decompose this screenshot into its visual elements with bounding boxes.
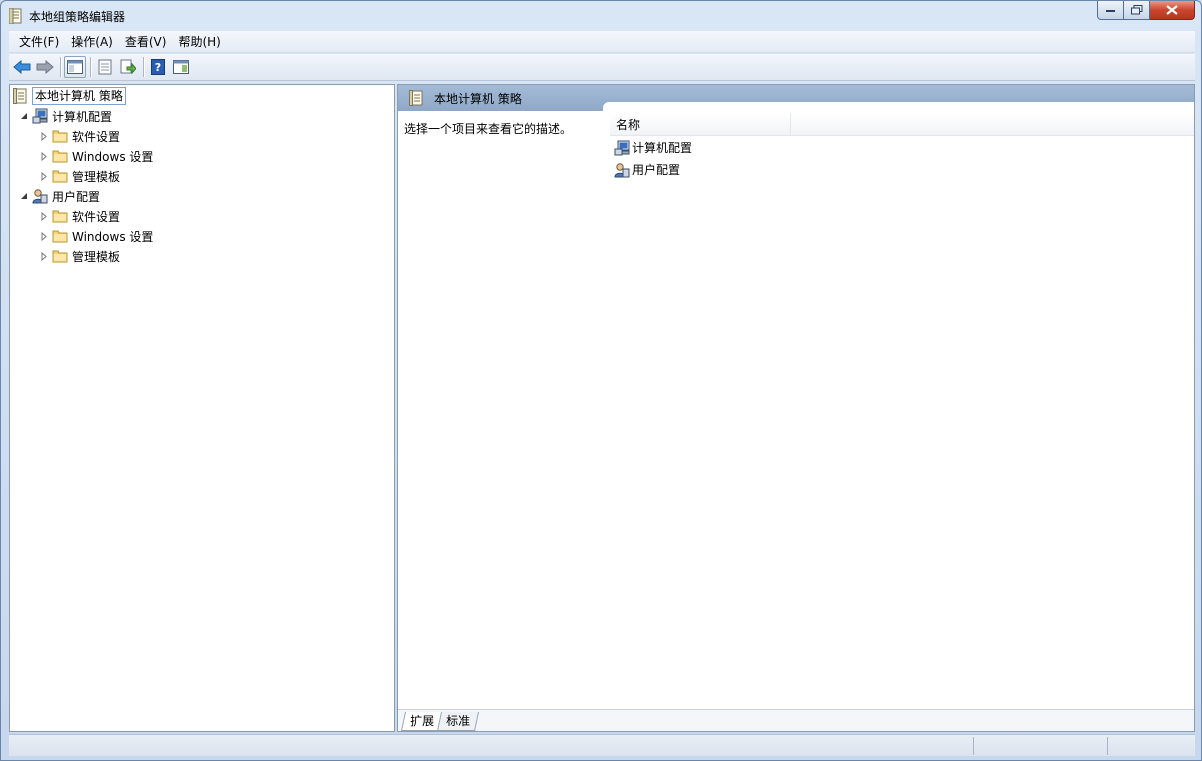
tree-item-user-admin-templates[interactable]: 管理模板 (38, 246, 120, 266)
policy-document-icon (8, 7, 23, 25)
tree-item-label: 软件设置 (72, 129, 121, 144)
tree-item-computer-windows-settings[interactable]: Windows 设置 (38, 146, 153, 166)
close-icon (1166, 5, 1178, 15)
menu-view[interactable]: 查看(V) (119, 32, 173, 52)
folder-icon (52, 128, 68, 144)
toolbar-separator (143, 57, 144, 77)
forward-button[interactable] (34, 56, 56, 78)
folder-icon (52, 148, 68, 164)
expanded-arrow-icon[interactable] (18, 110, 30, 122)
tree-item-label: 管理模板 (72, 169, 121, 184)
menu-help[interactable]: 帮助(H) (172, 32, 226, 52)
folder-icon (52, 168, 68, 184)
detail-pane: 本地计算机 策略 选择一个项目来查看它的描述。 名称 计算机配置 用户配置 扩展… (397, 84, 1195, 732)
back-icon (13, 60, 31, 74)
tree-item-user-windows-settings[interactable]: Windows 设置 (38, 226, 153, 246)
tab-standard[interactable]: 标准 (436, 712, 480, 731)
collapsed-arrow-icon[interactable] (38, 170, 50, 182)
user-icon (614, 162, 630, 178)
list-item-label: 用户配置 (632, 163, 681, 177)
show-hide-tree-button[interactable] (64, 56, 86, 78)
tree-item-label: 管理模板 (72, 249, 121, 264)
help-icon: ? (151, 59, 165, 75)
tree-item-user-config[interactable]: 用户配置 (18, 186, 100, 206)
help-button[interactable]: ? (147, 56, 169, 78)
tree-item-computer-admin-templates[interactable]: 管理模板 (38, 166, 120, 186)
collapsed-arrow-icon[interactable] (38, 210, 50, 222)
title-bar[interactable]: 本地组策略编辑器 (1, 1, 1201, 31)
menu-file[interactable]: 文件(F) (13, 32, 65, 52)
show-hide-action-pane-icon (173, 60, 189, 74)
properties-icon (98, 59, 112, 75)
back-button[interactable] (11, 56, 33, 78)
collapsed-arrow-icon[interactable] (38, 250, 50, 262)
view-tabs: 扩展 标准 (398, 709, 1194, 731)
forward-icon (36, 60, 54, 74)
window-title: 本地组策略编辑器 (29, 10, 126, 24)
collapsed-arrow-icon[interactable] (38, 230, 50, 242)
user-icon (32, 188, 48, 204)
tab-label: 扩展 (410, 714, 435, 728)
tab-label: 标准 (446, 714, 471, 728)
export-list-icon (120, 59, 136, 75)
status-bar (9, 734, 1195, 756)
restore-icon (1130, 5, 1142, 15)
tree-item-label: 用户配置 (52, 189, 101, 204)
tree-item-computer-software[interactable]: 软件设置 (38, 126, 120, 146)
minimize-button[interactable] (1097, 1, 1124, 20)
folder-icon (52, 228, 68, 244)
policy-document-icon (12, 88, 28, 104)
window-controls (1097, 1, 1195, 20)
description-text: 选择一个项目来查看它的描述。 (404, 122, 573, 136)
tree-root-label: 本地计算机 策略 (32, 87, 126, 105)
toolbar-separator (60, 57, 61, 77)
column-header-name[interactable]: 名称 (610, 114, 791, 135)
detail-header-title: 本地计算机 策略 (434, 91, 522, 106)
list-item-computer-config[interactable]: 计算机配置 (610, 137, 1194, 158)
policy-document-icon (408, 90, 424, 106)
computer-icon (32, 108, 48, 124)
svg-text:?: ? (155, 61, 161, 74)
toolbar: ? (9, 54, 1195, 81)
tree-item-label: 软件设置 (72, 209, 121, 224)
maximize-button[interactable] (1124, 1, 1150, 20)
app-window: 本地组策略编辑器 文件(F) 操作(A) 查看(V) 帮助(H) ? 本地计算机… (0, 0, 1202, 761)
menu-bar: 文件(F) 操作(A) 查看(V) 帮助(H) (9, 31, 1195, 53)
list-column-header: 名称 (610, 114, 1194, 136)
show-hide-action-pane-button[interactable] (170, 56, 192, 78)
detail-header-tab-shape (603, 102, 1194, 114)
folder-icon (52, 248, 68, 264)
folder-icon (52, 208, 68, 224)
detail-list: 名称 计算机配置 用户配置 (610, 114, 1194, 180)
close-button[interactable] (1150, 1, 1195, 20)
expanded-arrow-icon[interactable] (18, 190, 30, 202)
collapsed-arrow-icon[interactable] (38, 130, 50, 142)
menu-action[interactable]: 操作(A) (65, 32, 119, 52)
tree-item-label: Windows 设置 (72, 229, 154, 244)
properties-button[interactable] (94, 56, 116, 78)
tree-item-label: Windows 设置 (72, 149, 154, 164)
toolbar-separator (90, 57, 91, 77)
tree-item-label: 计算机配置 (52, 109, 113, 124)
status-separator (1107, 737, 1108, 755)
export-list-button[interactable] (117, 56, 139, 78)
status-separator (973, 737, 974, 755)
collapsed-arrow-icon[interactable] (38, 150, 50, 162)
minimize-icon (1105, 10, 1115, 12)
tree-item-computer-config[interactable]: 计算机配置 (18, 106, 112, 126)
list-item-label: 计算机配置 (632, 141, 693, 155)
show-hide-tree-icon (67, 60, 83, 74)
tree-item-user-software[interactable]: 软件设置 (38, 206, 120, 226)
computer-icon (614, 140, 630, 156)
tree-pane: 本地计算机 策略 计算机配置 软件设置 Windows 设置 管理模板 用户配置… (9, 84, 395, 732)
tree-root-local-policy[interactable]: 本地计算机 策略 (12, 86, 126, 106)
list-item-user-config[interactable]: 用户配置 (610, 159, 1194, 180)
